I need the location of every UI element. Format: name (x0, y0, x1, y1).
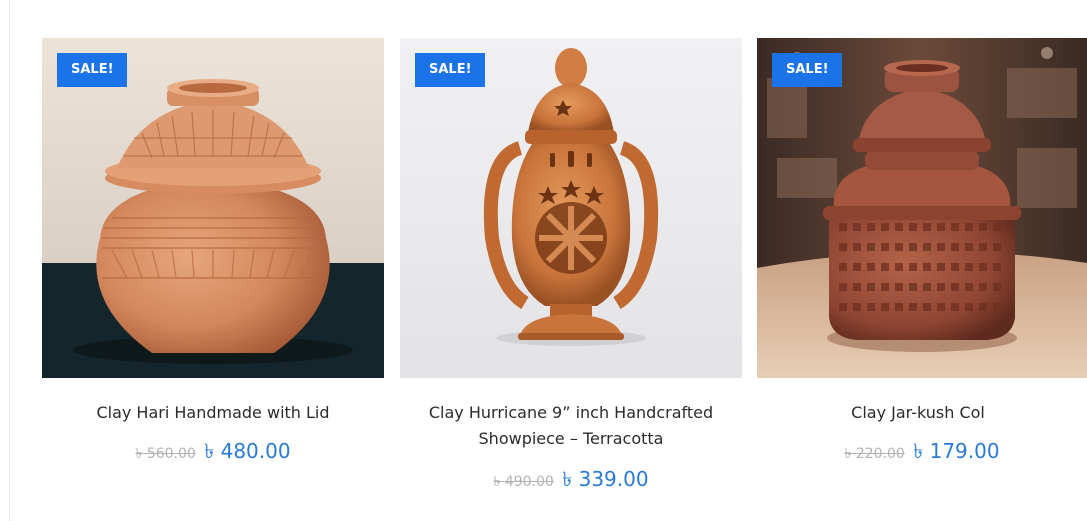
product-card-clay-hurricane: SALE! Clay Hurricane 9” inch Handcrafted… (400, 38, 742, 497)
product-title[interactable]: Clay Hurricane 9” inch Handcrafted Showp… (400, 400, 742, 452)
sale-price: ৳ 179.00 (913, 439, 1000, 463)
original-price: ৳ 220.00 (844, 446, 905, 462)
product-card-clay-hari: SALE! Clay Hari Handmade with Lid ৳ 560.… (42, 38, 384, 469)
product-image-clay-hari[interactable]: SALE! (42, 38, 384, 378)
product-price: ৳ 560.00 ৳ 480.00 (42, 436, 384, 469)
original-price: ৳ 490.00 (493, 474, 554, 490)
sidebar-divider (9, 0, 10, 521)
product-price: ৳ 220.00 ৳ 179.00 (757, 436, 1087, 469)
product-image-clay-jar-kush[interactable]: SALE! (757, 38, 1087, 378)
sale-badge: SALE! (57, 53, 127, 87)
product-image-clay-hurricane[interactable]: SALE! (400, 38, 742, 378)
clay-pot-image (42, 38, 384, 378)
product-title[interactable]: Clay Hari Handmade with Lid (42, 400, 384, 426)
sale-price: ৳ 339.00 (562, 467, 649, 491)
product-title[interactable]: Clay Jar-kush Col (757, 400, 1087, 426)
product-price: ৳ 490.00 ৳ 339.00 (400, 464, 742, 497)
original-price: ৳ 560.00 (135, 446, 196, 462)
clay-lantern-image (400, 38, 742, 378)
sale-badge: SALE! (415, 53, 485, 87)
product-grid: SALE! Clay Hari Handmade with Lid ৳ 560.… (0, 0, 1087, 521)
sale-price: ৳ 480.00 (204, 439, 291, 463)
sale-badge: SALE! (772, 53, 842, 87)
clay-jar-image (757, 38, 1087, 378)
product-card-clay-jar-kush: SALE! Clay Jar-kush Col ৳ 220.00 ৳ 179.0… (757, 38, 1087, 469)
